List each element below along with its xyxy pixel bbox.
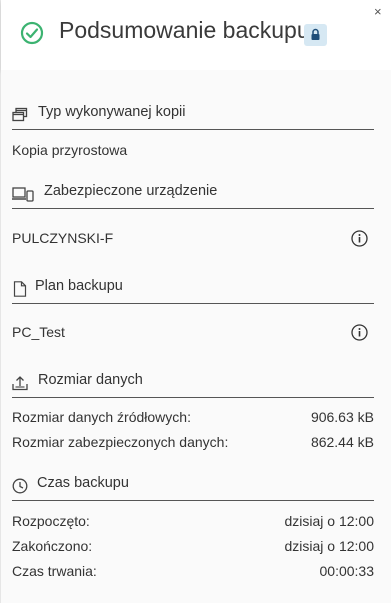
section-plan: Plan backupu xyxy=(12,278,374,304)
source-size-label: Rozmiar danych źródłowych: xyxy=(12,409,191,425)
section-heading: Czas backupu xyxy=(37,475,129,491)
section-heading: Plan backupu xyxy=(35,278,123,294)
finished-label: Zakończono: xyxy=(12,538,93,554)
close-button[interactable]: × xyxy=(374,4,382,19)
protected-size-label: Rozmiar zabezpieczonych danych: xyxy=(12,434,229,450)
info-icon[interactable] xyxy=(351,230,368,247)
section-device: Zabezpieczone urządzenie xyxy=(12,183,374,209)
duration-label: Czas trwania: xyxy=(12,563,97,579)
device-value: PULCZYNSKI-F xyxy=(12,230,114,246)
section-data-size: Rozmiar danych xyxy=(12,372,374,398)
check-circle-icon xyxy=(20,21,44,45)
section-heading: Typ wykonywanej kopii xyxy=(38,104,186,120)
lock-badge xyxy=(304,24,327,46)
duration-value: 00:00:33 xyxy=(319,563,375,579)
lock-icon xyxy=(311,28,320,40)
section-time: Czas backupu xyxy=(12,475,374,501)
device-icon xyxy=(12,187,34,202)
upload-icon xyxy=(12,376,28,391)
plan-value: PC_Test xyxy=(12,324,65,340)
copies-icon xyxy=(12,107,28,122)
started-value: dzisiaj o 12:00 xyxy=(284,513,374,529)
info-icon[interactable] xyxy=(351,324,368,341)
document-icon xyxy=(13,281,27,297)
finished-value: dzisiaj o 12:00 xyxy=(284,538,374,554)
section-heading: Rozmiar danych xyxy=(38,372,143,388)
clock-icon xyxy=(12,478,28,494)
started-label: Rozpoczęto: xyxy=(12,513,90,529)
protected-size-value: 862.44 kB xyxy=(310,434,374,450)
page-title: Podsumowanie backupu xyxy=(59,17,310,43)
source-size-value: 906.63 kB xyxy=(310,409,374,425)
panel-header: Podsumowanie backupu × xyxy=(1,0,391,70)
panel-body: Typ wykonywanej kopii Kopia przyrostowa … xyxy=(1,70,391,603)
backup-summary-panel: Podsumowanie backupu × Typ wykonywanej k… xyxy=(0,0,391,603)
backup-type-value: Kopia przyrostowa xyxy=(12,142,128,158)
section-backup-type: Typ wykonywanej kopii xyxy=(12,104,374,130)
section-heading: Zabezpieczone urządzenie xyxy=(44,183,218,199)
